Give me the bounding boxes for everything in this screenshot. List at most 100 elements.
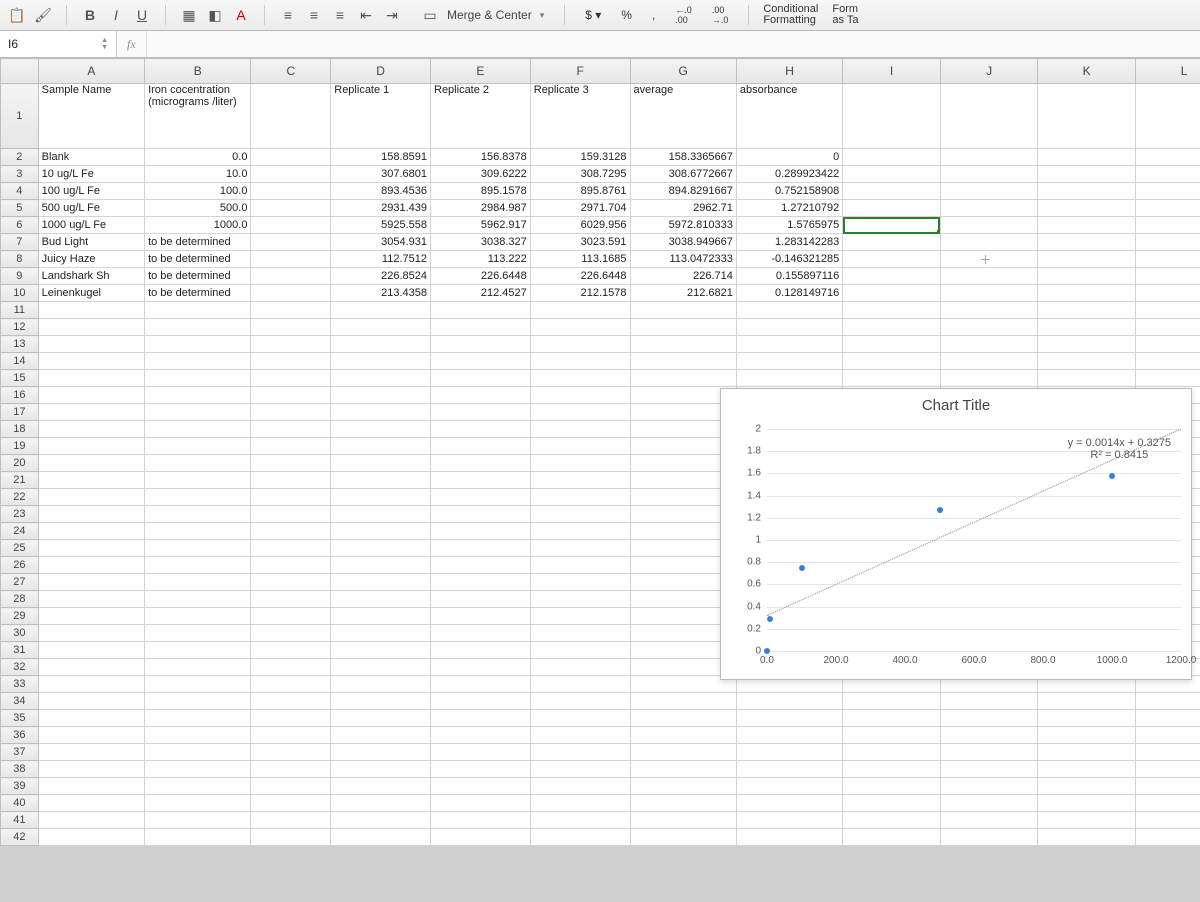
row-header[interactable]: 24 [1, 523, 39, 540]
cell[interactable] [431, 778, 531, 795]
italic-icon[interactable]: I [107, 6, 125, 24]
cell[interactable] [331, 472, 431, 489]
row-header[interactable]: 1 [1, 84, 39, 149]
cell[interactable] [145, 744, 251, 761]
cell[interactable] [145, 353, 251, 370]
cell[interactable]: Juicy Haze [38, 251, 144, 268]
cell[interactable] [38, 472, 144, 489]
cell[interactable] [530, 659, 630, 676]
cell[interactable] [145, 795, 251, 812]
cell[interactable]: 212.6821 [630, 285, 736, 302]
cell[interactable] [251, 625, 331, 642]
row-header[interactable]: 5 [1, 200, 39, 217]
cell[interactable] [431, 693, 531, 710]
cell[interactable] [940, 812, 1038, 829]
cell[interactable] [1038, 319, 1136, 336]
cell[interactable]: to be determined [145, 234, 251, 251]
cell[interactable]: 895.1578 [431, 183, 531, 200]
cell[interactable] [736, 302, 842, 319]
cell[interactable] [1135, 302, 1200, 319]
cell[interactable] [331, 795, 431, 812]
cell[interactable] [431, 438, 531, 455]
row-header[interactable]: 17 [1, 404, 39, 421]
indent-dec-icon[interactable]: ⇤ [357, 6, 375, 24]
cell[interactable] [1038, 744, 1136, 761]
row-header[interactable]: 6 [1, 217, 39, 234]
name-box-stepper[interactable]: ▲▼ [101, 37, 108, 51]
cell[interactable] [1135, 285, 1200, 302]
cell[interactable] [431, 353, 531, 370]
cell[interactable] [251, 642, 331, 659]
cell[interactable]: 226.8524 [331, 268, 431, 285]
cell[interactable] [1038, 812, 1136, 829]
cell[interactable] [736, 370, 842, 387]
cell[interactable] [331, 625, 431, 642]
paintbrush-icon[interactable]: 🖌 [34, 6, 52, 24]
selected-cell[interactable] [843, 217, 941, 234]
cell[interactable] [38, 370, 144, 387]
cell[interactable] [145, 676, 251, 693]
col-header[interactable]: G [630, 59, 736, 84]
cell[interactable]: 5972.810333 [630, 217, 736, 234]
cell[interactable] [431, 829, 531, 846]
cell[interactable] [530, 387, 630, 404]
row-header[interactable]: 10 [1, 285, 39, 302]
cell[interactable]: 893.4536 [331, 183, 431, 200]
cell[interactable] [1038, 251, 1136, 268]
cell[interactable] [1135, 84, 1200, 149]
cell[interactable] [38, 336, 144, 353]
cell[interactable] [431, 574, 531, 591]
cell[interactable] [38, 421, 144, 438]
cell[interactable] [1038, 353, 1136, 370]
cell[interactable] [630, 812, 736, 829]
cell[interactable] [940, 234, 1038, 251]
row-header[interactable]: 25 [1, 540, 39, 557]
cell[interactable]: 113.0472333 [630, 251, 736, 268]
cell[interactable] [1135, 693, 1200, 710]
cell[interactable] [251, 795, 331, 812]
cell[interactable] [38, 489, 144, 506]
cell[interactable] [251, 285, 331, 302]
select-all-corner[interactable] [1, 59, 39, 84]
cell[interactable] [530, 693, 630, 710]
cell[interactable] [1135, 200, 1200, 217]
cell[interactable] [251, 149, 331, 166]
cell[interactable] [145, 302, 251, 319]
cell[interactable] [736, 829, 842, 846]
cell[interactable]: to be determined [145, 285, 251, 302]
cell[interactable] [431, 608, 531, 625]
cell[interactable] [630, 336, 736, 353]
cell[interactable] [530, 540, 630, 557]
cell[interactable]: 159.3128 [530, 149, 630, 166]
cell[interactable] [843, 829, 941, 846]
cell[interactable] [251, 761, 331, 778]
cell[interactable] [431, 523, 531, 540]
cell[interactable] [331, 744, 431, 761]
column-header-row[interactable]: A B C D E F G H I J K L M [1, 59, 1200, 84]
align-center-icon[interactable]: ≡ [305, 6, 323, 24]
increase-decimal-button[interactable]: ←.0.00 [669, 3, 698, 27]
cell[interactable] [940, 302, 1038, 319]
cell[interactable] [843, 370, 941, 387]
cell[interactable] [38, 795, 144, 812]
cell[interactable] [530, 353, 630, 370]
cell[interactable] [1038, 761, 1136, 778]
cell[interactable]: 113.222 [431, 251, 531, 268]
cell[interactable]: 1.283142283 [736, 234, 842, 251]
cell[interactable] [1038, 336, 1136, 353]
cell[interactable] [38, 778, 144, 795]
cell[interactable] [530, 642, 630, 659]
cell[interactable] [940, 693, 1038, 710]
cell[interactable] [145, 387, 251, 404]
cell[interactable] [843, 149, 941, 166]
cell[interactable] [1135, 353, 1200, 370]
cell[interactable] [145, 370, 251, 387]
row-header[interactable]: 21 [1, 472, 39, 489]
cell[interactable] [530, 727, 630, 744]
cell[interactable] [530, 812, 630, 829]
cell[interactable] [940, 761, 1038, 778]
cell[interactable] [431, 812, 531, 829]
cell[interactable] [940, 183, 1038, 200]
cell[interactable] [331, 659, 431, 676]
cell[interactable] [530, 574, 630, 591]
